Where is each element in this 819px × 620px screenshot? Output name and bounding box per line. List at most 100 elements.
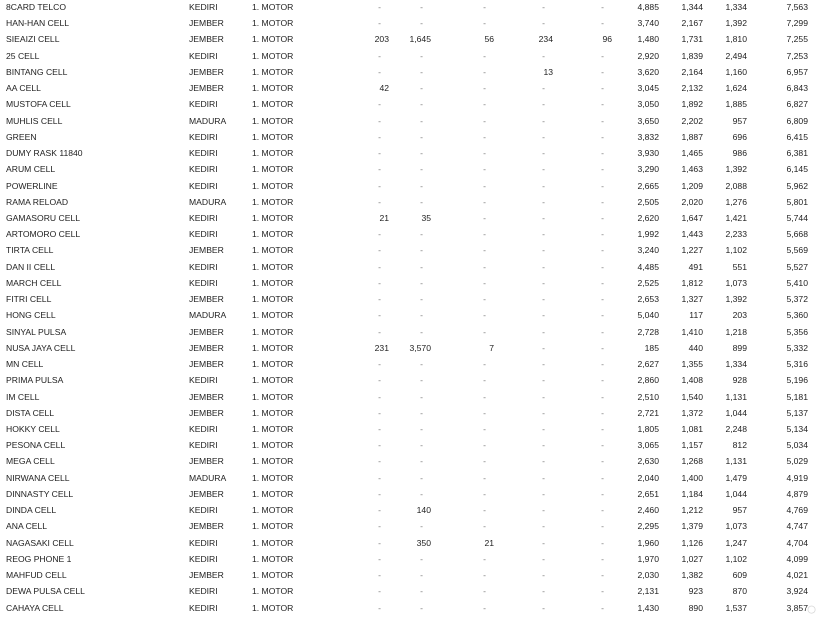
region: KEDIRI <box>189 148 218 159</box>
value-col-4: - <box>542 99 545 110</box>
table-row: ARUM CELL KEDIRI 1. MOTOR - - - - -3,290 1,463 1,… <box>0 161 819 177</box>
store-name: DUMY RASK 11840 <box>6 148 83 159</box>
value-col-3: - <box>483 359 486 370</box>
value-col-2: - <box>420 521 423 532</box>
category: 1. MOTOR <box>252 537 294 548</box>
value-col-3: - <box>483 277 486 288</box>
value-col-8: 1,421 <box>725 212 747 223</box>
value-col-3: - <box>483 212 486 223</box>
store-name: DINNASTY CELL <box>6 488 74 499</box>
value-col-4: - <box>542 164 545 175</box>
store-name: GREEN <box>6 131 37 142</box>
value-col-2: - <box>420 375 423 386</box>
value-col-2: - <box>420 196 423 207</box>
value-col-3: - <box>483 164 486 175</box>
value-col-2: 3,570 <box>409 342 431 353</box>
value-col-9: 4,021 <box>786 570 808 581</box>
category: 1. MOTOR <box>252 586 294 597</box>
value-col-4: - <box>542 375 545 386</box>
store-name: DAN II CELL <box>6 261 56 272</box>
table-row: DEWA PULSA CELL KEDIRI 1. MOTOR - - - - -2,131 9… <box>0 583 819 599</box>
value-col-8: 1,537 <box>725 602 747 613</box>
region: JEMBER <box>189 66 224 77</box>
value-col-3: - <box>483 391 486 402</box>
value-col-8: 928 <box>732 375 747 386</box>
value-col-3: - <box>483 50 486 61</box>
store-name: MUSTOFA CELL <box>6 99 71 110</box>
value-col-2: - <box>420 326 423 337</box>
value-col-2: - <box>420 440 423 451</box>
value-col-3: - <box>483 148 486 159</box>
value-col-4: - <box>542 602 545 613</box>
value-col-2: - <box>420 423 423 434</box>
value-col-2: - <box>420 310 423 321</box>
category: 1. MOTOR <box>252 83 294 94</box>
table-row: MN CELL JEMBER 1. MOTOR - - - - -2,627 1,355 1,33… <box>0 356 819 372</box>
value-col-2: - <box>420 148 423 159</box>
value-col-4: - <box>542 196 545 207</box>
value-col-2: - <box>420 294 423 305</box>
value-col-2: - <box>420 586 423 597</box>
region: JEMBER <box>189 34 224 45</box>
table-row: GREEN KEDIRI 1. MOTOR - - - - -3,832 1,887 696 6,4… <box>0 129 819 145</box>
table-row: BINTANG CELL JEMBER 1. MOTOR - - -13-3,620 2,1… <box>0 64 819 80</box>
region: JEMBER <box>189 359 224 370</box>
region: KEDIRI <box>189 505 218 516</box>
category: 1. MOTOR <box>252 440 294 451</box>
table-row: IM CELL JEMBER 1. MOTOR - - - - -2,510 1,540 1,13… <box>0 389 819 405</box>
value-col-4: - <box>542 131 545 142</box>
value-col-8: 1,334 <box>725 359 747 370</box>
value-col-4: - <box>542 342 545 353</box>
store-name: PRIMA PULSA <box>6 375 64 386</box>
store-name: SINYAL PULSA <box>6 326 67 337</box>
value-col-8: 551 <box>732 261 747 272</box>
store-name: DISTA CELL <box>6 407 55 418</box>
value-col-2: - <box>420 456 423 467</box>
value-col-8: 899 <box>732 342 747 353</box>
value-col-9: 7,299 <box>786 18 808 29</box>
value-col-4: - <box>542 553 545 564</box>
value-col-3: - <box>483 196 486 207</box>
table-row: MUSTOFA CELL KEDIRI 1. MOTOR - - - - -3,050 1,89… <box>0 96 819 112</box>
value-col-3: - <box>483 2 486 12</box>
store-name: DEWA PULSA CELL <box>6 586 85 597</box>
value-col-4: - <box>542 423 545 434</box>
value-col-3: - <box>483 131 486 142</box>
category: 1. MOTOR <box>252 50 294 61</box>
table-row: 25 CELL KEDIRI 1. MOTOR - - - - -2,920 1,839 2,49… <box>0 48 819 64</box>
store-name: IM CELL <box>6 391 40 402</box>
store-name: AA CELL <box>6 83 41 94</box>
category: 1. MOTOR <box>252 164 294 175</box>
value-col-9: 5,410 <box>786 277 808 288</box>
value-col-8: 1,073 <box>725 521 747 532</box>
value-col-3: - <box>483 407 486 418</box>
value-col-4: - <box>542 180 545 191</box>
value-col-9: 5,029 <box>786 456 808 467</box>
value-col-8: 1,392 <box>725 294 747 305</box>
category: 1. MOTOR <box>252 570 294 581</box>
value-col-4: - <box>542 2 545 12</box>
value-col-3: - <box>483 488 486 499</box>
value-col-8: 2,494 <box>725 50 747 61</box>
value-col-2: 35 <box>421 212 431 223</box>
region: KEDIRI <box>189 2 218 12</box>
table-row: MARCH CELL KEDIRI 1. MOTOR - - - - -2,525 1,812 1… <box>0 275 819 291</box>
value-col-4: - <box>542 472 545 483</box>
value-col-2: 350 <box>416 537 431 548</box>
value-col-8: 957 <box>732 115 747 126</box>
value-col-8: 1,131 <box>725 456 747 467</box>
value-col-4: - <box>542 229 545 240</box>
value-col-9: 5,527 <box>786 261 808 272</box>
region: KEDIRI <box>189 261 218 272</box>
value-col-8: 1,479 <box>725 472 747 483</box>
category: 1. MOTOR <box>252 18 294 29</box>
category: 1. MOTOR <box>252 602 294 613</box>
category: 1. MOTOR <box>252 472 294 483</box>
value-col-2: - <box>420 407 423 418</box>
value-col-2: - <box>420 18 423 29</box>
value-col-9: 4,919 <box>786 472 808 483</box>
value-col-4: - <box>542 83 545 94</box>
store-name: CAHAYA CELL <box>6 602 64 613</box>
value-col-2: - <box>420 66 423 77</box>
value-col-3: - <box>483 602 486 613</box>
